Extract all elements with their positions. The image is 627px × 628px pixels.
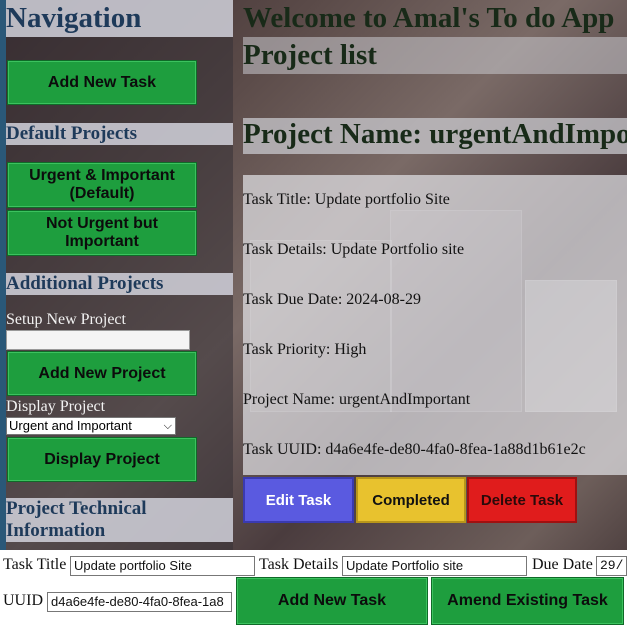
additional-projects-heading: Additional Projects [6,273,233,295]
due-date-label: Due Date [532,556,593,573]
default-projects-heading: Default Projects [6,123,233,145]
task-details-text: Task Details: Update Portfolio site [243,241,465,258]
display-project-selected: Urgent and Important [9,418,132,433]
add-new-project-button[interactable]: Add New Project [7,351,197,396]
display-project-label: Display Project [6,398,106,415]
project-name-heading: Project Name: urgentAndImportant [243,118,627,150]
delete-task-button[interactable]: Delete Task [467,477,577,523]
uuid-input[interactable]: d4a6e4fe-de80-4fa0-8fea-1a8 [47,592,232,612]
task-title-label: Task Title [3,556,67,573]
setup-new-project-label: Setup New Project [6,311,126,328]
amend-existing-task-button[interactable]: Amend Existing Task [431,577,624,625]
task-priority-text: Task Priority: High [243,341,367,358]
chevron-down-icon: ⌵ [163,420,172,432]
task-title-text: Task Title: Update portfolio Site [243,191,450,208]
navigation-heading: Navigation [6,0,233,37]
task-card [243,175,627,475]
completed-button[interactable]: Completed [356,477,466,523]
display-project-button[interactable]: Display Project [7,437,197,482]
project-list-title: Project list [243,39,377,71]
uuid-label: UUID [3,592,43,609]
footer-add-new-task-button[interactable]: Add New Task [236,577,428,625]
due-date-input[interactable]: 29/ [596,556,627,576]
task-uuid-text: Task UUID: d4a6e4fe-de80-4fa0-8fea-1a88d… [243,441,586,458]
setup-new-project-input[interactable] [6,330,190,350]
edit-task-button[interactable]: Edit Task [243,477,354,523]
project-technical-heading: Project Technical Information [6,498,233,542]
task-title-input[interactable]: Update portfolio Site [70,556,255,576]
task-due-date-text: Task Due Date: 2024-08-29 [243,291,421,308]
task-details-label: Task Details [259,556,339,573]
task-project-name-text: Project Name: urgentAndImportant [243,391,471,408]
task-details-input[interactable]: Update Portfolio site [342,556,527,576]
not-urgent-important-button[interactable]: Not Urgent but Important [7,210,197,256]
urgent-important-button[interactable]: Urgent & Important (Default) [7,162,197,208]
add-new-task-button[interactable]: Add New Task [7,60,197,105]
display-project-select[interactable]: Urgent and Important ⌵ [6,417,176,435]
welcome-title: Welcome to Amal's To do App [243,2,615,34]
